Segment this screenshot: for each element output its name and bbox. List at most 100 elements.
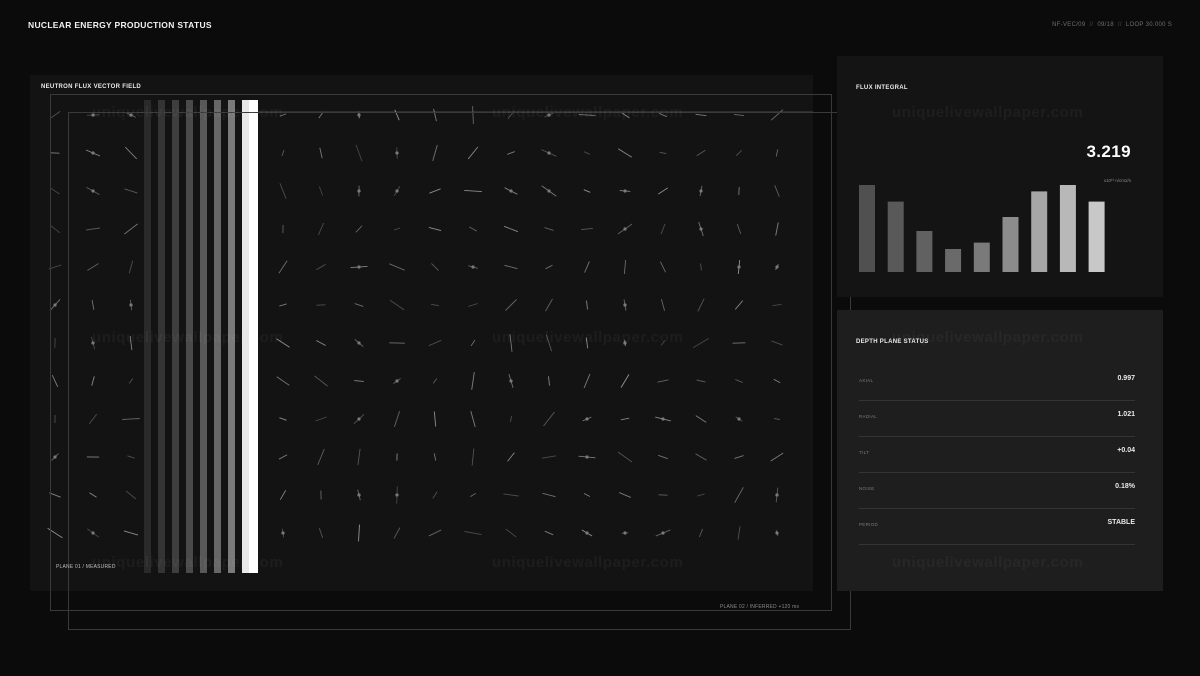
flux-node: [91, 189, 95, 193]
depth-row-value: 0.18%: [1115, 483, 1135, 490]
flux-node: [91, 531, 95, 535]
flux-vector: [503, 493, 519, 497]
flux-vector: [431, 303, 439, 307]
flux-vector: [468, 226, 478, 232]
flux-vector: [389, 263, 405, 271]
flux-vector: [696, 379, 706, 383]
flux-vector: [734, 113, 744, 117]
flux-vector: [86, 227, 100, 231]
flux-bar: [1059, 185, 1076, 272]
flux-vector: [509, 334, 513, 352]
flux-vector: [693, 338, 709, 348]
flux-vector: [279, 183, 287, 199]
depth-row-value: 1.021: [1117, 411, 1135, 418]
depth-row-value: STABLE: [1107, 519, 1135, 526]
flux-vector: [128, 260, 134, 274]
flux-node: [699, 189, 703, 193]
flux-vector: [773, 418, 781, 420]
flux-vector: [87, 263, 99, 271]
meta-separator: //: [1117, 22, 1122, 28]
flux-node: [91, 113, 95, 117]
flux-vector: [737, 526, 741, 540]
flux-vector: [771, 340, 783, 346]
plane-measured-label: PLANE 01 / MEASURED: [56, 564, 116, 570]
flux-vector: [773, 378, 781, 384]
flux-stripe: [186, 100, 193, 573]
flux-vector: [620, 417, 630, 421]
flux-node: [737, 265, 741, 269]
flux-bar: [887, 201, 904, 272]
flux-vector: [47, 527, 63, 539]
flux-value: 3.219: [1086, 142, 1131, 161]
flux-vector: [319, 147, 323, 159]
flux-vector: [657, 379, 669, 383]
flux-vector: [91, 300, 95, 310]
depth-plane-title: DEPTH PLANE STATUS: [856, 339, 929, 345]
flux-vector: [317, 448, 325, 466]
flux-bar-chart: [859, 185, 1105, 272]
flux-vector: [316, 340, 326, 346]
flux-vector: [697, 493, 705, 497]
flux-vector: [318, 111, 324, 119]
depth-row-value: 0.997: [1117, 375, 1135, 382]
flux-node: [357, 189, 361, 193]
meta-frame: 09/18: [1097, 22, 1114, 28]
flux-vector: [123, 530, 139, 536]
flux-vector: [775, 222, 779, 236]
flux-vector: [471, 372, 475, 390]
depth-row-tilt: TILT +0.04: [859, 436, 1135, 473]
flux-vector: [122, 418, 140, 420]
flux-vector: [620, 374, 630, 388]
flux-vector: [464, 189, 482, 193]
flux-node: [357, 493, 361, 497]
flux-vector: [541, 455, 557, 459]
flux-bar: [1002, 217, 1019, 272]
flux-vector: [544, 227, 554, 231]
app-title: NUCLEAR ENERGY PRODUCTION STATUS: [28, 20, 212, 30]
flux-node: [129, 113, 133, 117]
flux-node: [623, 303, 627, 307]
flux-vector: [315, 416, 327, 422]
flux-vector: [584, 261, 590, 273]
flux-vector: [281, 149, 285, 157]
flux-stripe: [144, 100, 151, 573]
flux-node: [509, 379, 513, 383]
flux-vector: [354, 303, 364, 307]
flux-vector: [695, 453, 707, 461]
flux-vector: [657, 187, 669, 195]
flux-node: [775, 493, 779, 497]
flux-node: [357, 113, 361, 117]
flux-vector: [735, 379, 743, 383]
flux-vector: [505, 299, 517, 311]
depth-row-label: PERIOD: [859, 522, 879, 527]
flux-vector: [585, 337, 589, 349]
flux-vector: [124, 188, 138, 194]
flux-vector: [583, 373, 591, 389]
flux-vector: [542, 492, 556, 498]
flux-vector: [428, 529, 442, 537]
flux-node: [661, 531, 665, 535]
flux-vector: [700, 263, 702, 271]
flux-vector: [318, 186, 324, 196]
flux-node: [623, 341, 627, 345]
flux-node: [509, 189, 513, 193]
flux-vector: [91, 376, 95, 386]
flux-vector: [433, 453, 437, 461]
flux-bar: [916, 231, 933, 272]
flux-vector: [88, 413, 98, 425]
flux-vector: [619, 492, 631, 498]
flux-node: [585, 531, 589, 535]
flux-vector: [617, 451, 633, 463]
flux-vector: [355, 225, 363, 233]
meta-separator: //: [1089, 22, 1094, 28]
flux-vector: [583, 189, 591, 193]
flux-vector: [583, 493, 591, 497]
flux-vector: [545, 264, 553, 270]
flux-bar: [973, 242, 990, 272]
flux-vector: [428, 226, 442, 232]
flux-vector: [659, 151, 667, 155]
flux-vector: [544, 530, 554, 536]
flux-node: [547, 113, 551, 117]
flux-vector: [128, 378, 134, 384]
flux-vector: [279, 417, 287, 421]
